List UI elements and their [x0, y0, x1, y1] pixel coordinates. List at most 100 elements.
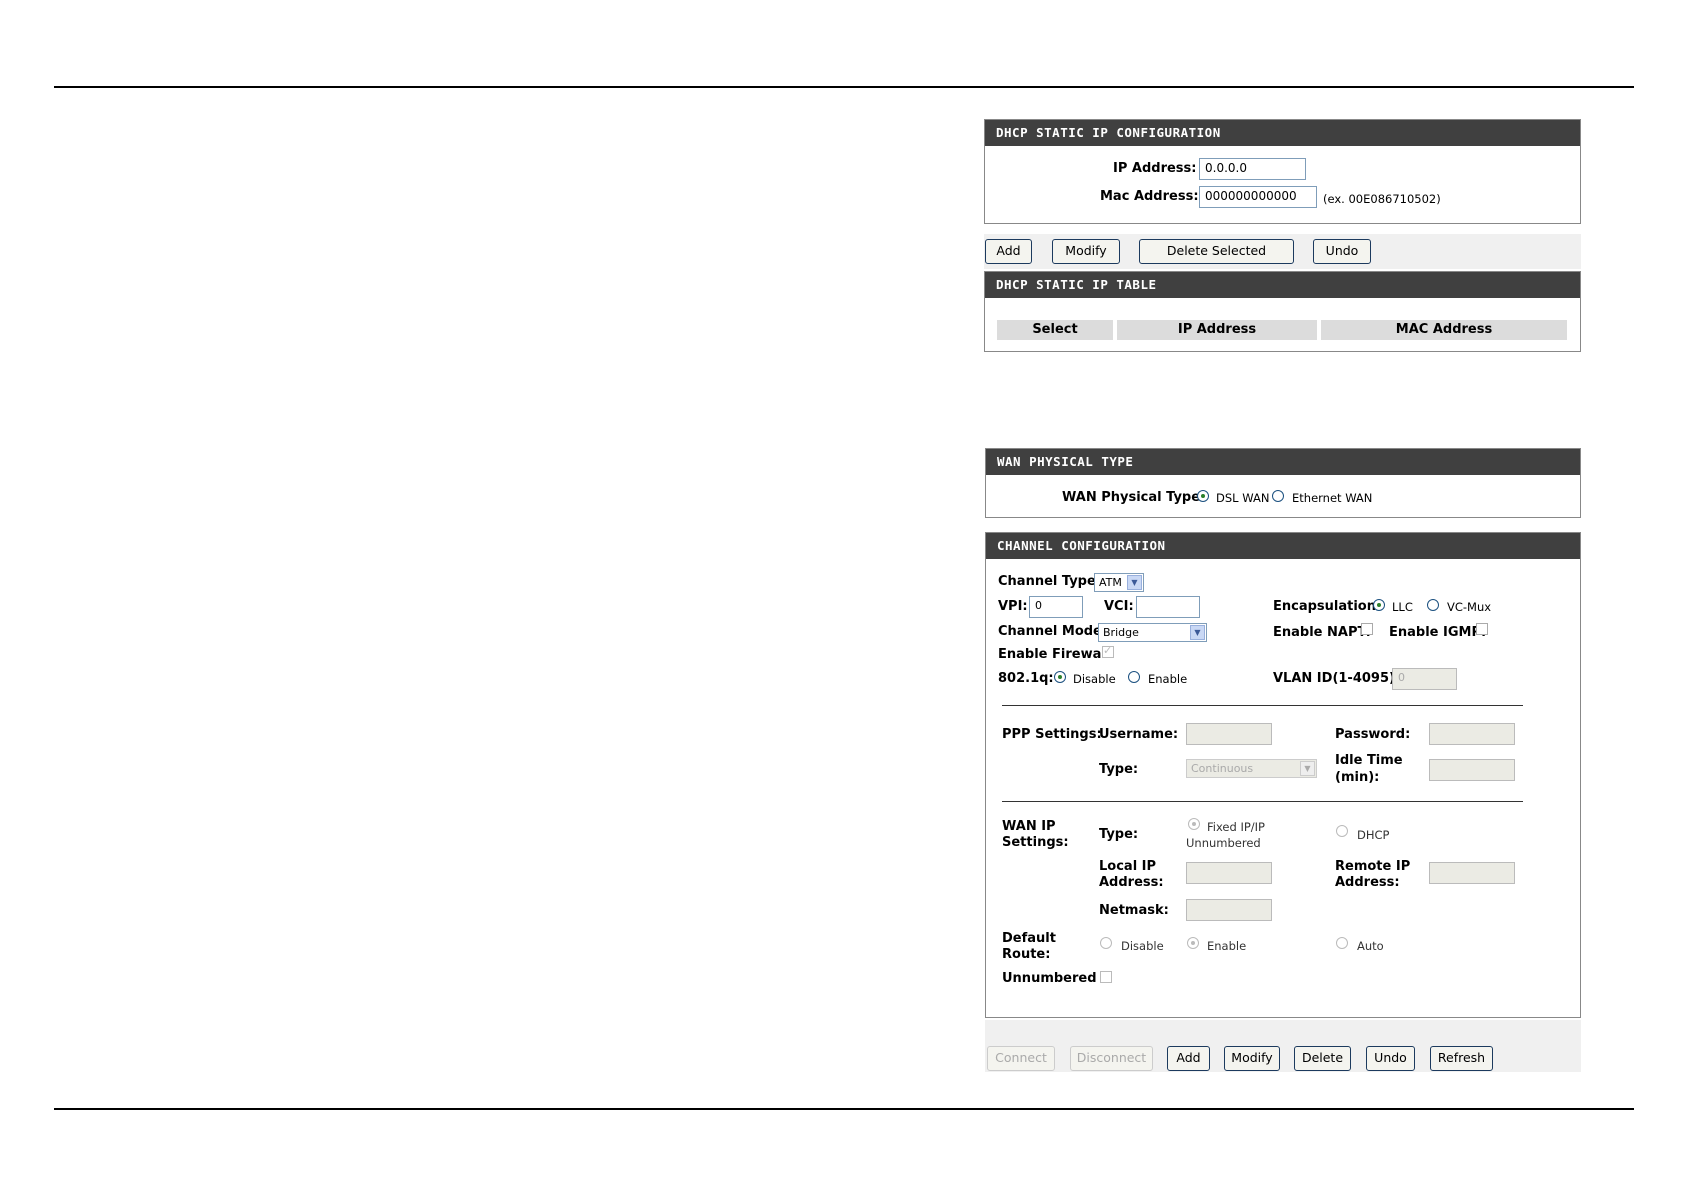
dhcp-config-panel: DHCP STATIC IP CONFIGURATION IP Address:… [984, 119, 1581, 224]
chevron-down-icon: ▼ [1300, 761, 1315, 776]
dhcp-add-button[interactable]: Add [985, 239, 1032, 264]
idle-time-input[interactable] [1429, 759, 1515, 781]
enable-firewall-label: Enable Firewall: [998, 647, 1116, 662]
ip-address-label: IP Address: [1113, 161, 1197, 176]
vci-input[interactable] [1136, 596, 1200, 618]
divider-2 [1002, 801, 1523, 802]
channel-configuration-header: CHANNEL CONFIGURATION [986, 533, 1580, 559]
idle-time-label-2: (min): [1335, 770, 1380, 785]
channel-mode-select[interactable]: Bridge ▼ [1098, 623, 1207, 642]
fixed-ip-label-2: Unnumbered [1186, 836, 1261, 850]
dhcp-config-header: DHCP STATIC IP CONFIGURATION [985, 120, 1580, 146]
chevron-down-icon: ▼ [1190, 625, 1205, 640]
idle-time-label-1: Idle Time [1335, 753, 1403, 768]
dhcp-table-head-row: Select IP Address MAC Address [997, 320, 1567, 340]
enable-napt-checkbox[interactable] [1361, 623, 1373, 635]
ppp-username-label: Username: [1099, 727, 1179, 742]
ppp-type-select[interactable]: Continuous ▼ [1186, 759, 1317, 778]
route-disable-radio[interactable] [1100, 937, 1112, 949]
local-ip-label-2: Address: [1099, 875, 1164, 890]
channel-modify-button[interactable]: Modify [1224, 1046, 1280, 1071]
dhcp-modify-button[interactable]: Modify [1052, 239, 1120, 264]
fixed-ip-label-1: Fixed IP/IP [1207, 820, 1265, 834]
connect-button[interactable]: Connect [987, 1046, 1055, 1071]
dot1q-enable-label: Enable [1148, 672, 1188, 686]
vpi-input[interactable]: 0 [1029, 596, 1083, 618]
channel-type-value: ATM [1099, 576, 1122, 589]
route-auto-label: Auto [1357, 939, 1384, 953]
ppp-password-input[interactable] [1429, 723, 1515, 745]
remote-ip-label-1: Remote IP [1335, 859, 1411, 874]
ppp-username-input[interactable] [1186, 723, 1272, 745]
channel-undo-button[interactable]: Undo [1366, 1046, 1415, 1071]
dhcp-label: DHCP [1357, 828, 1390, 842]
unnumbered-label: Unnumbered [1002, 971, 1097, 986]
ppp-type-label: Type: [1099, 762, 1139, 777]
wan-physical-type-label: WAN Physical Type: [1062, 490, 1206, 505]
enable-igmp-label: Enable IGMP: [1389, 625, 1487, 640]
vlan-id-label: VLAN ID(1-4095): [1273, 671, 1401, 686]
default-route-label-2: Route: [1002, 947, 1051, 962]
vlan-id-input[interactable]: 0 [1392, 668, 1457, 690]
dot1q-disable-label: Disable [1073, 672, 1116, 686]
ip-address-input[interactable]: 0.0.0.0 [1199, 158, 1306, 180]
dot1q-label: 802.1q: [998, 671, 1054, 686]
ppp-type-value: Continuous [1191, 762, 1254, 775]
column-ip-address: IP Address [1117, 320, 1317, 340]
remote-ip-label-2: Address: [1335, 875, 1400, 890]
wan-ip-type-label: Type: [1099, 827, 1139, 842]
vc-mux-radio[interactable] [1427, 599, 1439, 611]
channel-delete-button[interactable]: Delete [1294, 1046, 1351, 1071]
route-disable-label: Disable [1121, 939, 1164, 953]
column-mac-address: MAC Address [1321, 320, 1567, 340]
channel-configuration-panel: CHANNEL CONFIGURATION Channel Type: ATM ▼… [985, 532, 1581, 1018]
dhcp-table-header: DHCP STATIC IP TABLE [985, 272, 1580, 298]
dot1q-enable-radio[interactable] [1128, 671, 1140, 683]
channel-add-button[interactable]: Add [1167, 1046, 1210, 1071]
route-auto-radio[interactable] [1336, 937, 1348, 949]
channel-mode-label: Channel Mode: [998, 624, 1108, 639]
wan-ip-settings-label-1: WAN IP [1002, 819, 1056, 834]
enable-napt-label: Enable NAPT: [1273, 625, 1371, 640]
enable-firewall-checkbox[interactable] [1102, 644, 1114, 658]
ppp-settings-label: PPP Settings: [1002, 727, 1102, 742]
encapsulation-label: Encapsulation: [1273, 599, 1382, 614]
ethernet-wan-label: Ethernet WAN [1292, 491, 1373, 505]
disconnect-button[interactable]: Disconnect [1070, 1046, 1153, 1071]
channel-refresh-button[interactable]: Refresh [1430, 1046, 1493, 1071]
dhcp-delete-selected-button[interactable]: Delete Selected [1139, 239, 1294, 264]
dot1q-disable-radio[interactable] [1054, 671, 1066, 683]
wan-ip-settings-label-2: Settings: [1002, 835, 1069, 850]
vpi-label: VPI: [998, 599, 1028, 614]
route-enable-label: Enable [1207, 939, 1247, 953]
dhcp-table-panel: DHCP STATIC IP TABLE Select IP Address M… [984, 271, 1581, 352]
default-route-label-1: Default [1002, 931, 1056, 946]
enable-igmp-checkbox[interactable] [1476, 623, 1488, 635]
mac-example-text: (ex. 00E086710502) [1323, 192, 1441, 206]
column-select: Select [997, 320, 1113, 340]
llc-radio[interactable] [1373, 599, 1385, 611]
local-ip-input[interactable] [1186, 862, 1272, 884]
divider-1 [1002, 705, 1523, 706]
dhcp-radio[interactable] [1336, 825, 1348, 837]
mac-address-input[interactable]: 000000000000 [1199, 186, 1317, 208]
fixed-ip-radio[interactable] [1188, 818, 1200, 830]
wan-physical-type-header: WAN PHYSICAL TYPE [986, 449, 1580, 475]
dhcp-undo-button[interactable]: Undo [1313, 239, 1371, 264]
wan-physical-type-panel: WAN PHYSICAL TYPE WAN Physical Type: DSL… [985, 448, 1581, 518]
ppp-password-label: Password: [1335, 727, 1411, 742]
netmask-label: Netmask: [1099, 903, 1169, 918]
llc-label: LLC [1392, 600, 1413, 614]
top-rule [54, 86, 1634, 88]
vc-mux-label: VC-Mux [1447, 600, 1492, 614]
route-enable-radio[interactable] [1187, 937, 1199, 949]
bottom-rule [54, 1108, 1634, 1110]
ethernet-wan-radio[interactable] [1272, 490, 1284, 502]
netmask-input[interactable] [1186, 899, 1272, 921]
dsl-wan-label: DSL WAN [1216, 491, 1270, 505]
dsl-wan-radio[interactable] [1197, 490, 1209, 502]
channel-type-select[interactable]: ATM ▼ [1094, 573, 1144, 592]
mac-address-label: Mac Address: [1100, 189, 1199, 204]
unnumbered-checkbox[interactable] [1100, 971, 1112, 983]
remote-ip-input[interactable] [1429, 862, 1515, 884]
